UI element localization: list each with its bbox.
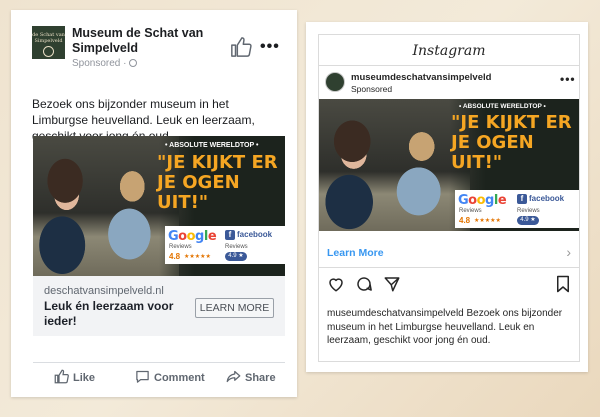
facebook-logo-icon: f bbox=[517, 194, 527, 204]
ad-headline-1: "JE KIJKT ER bbox=[451, 112, 572, 133]
ad-tagline: • ABSOLUTE WERELDTOP • bbox=[165, 142, 259, 149]
museum-photo bbox=[319, 99, 470, 231]
ad-image[interactable]: • ABSOLUTE WERELDTOP • "JE KIJKT ER JE O… bbox=[33, 136, 285, 276]
chevron-right-icon: › bbox=[566, 244, 571, 260]
learn-more-bar[interactable]: Learn More › bbox=[319, 241, 579, 265]
ad-headline-3: UIT!" bbox=[157, 192, 209, 213]
bookmark-icon[interactable] bbox=[555, 275, 571, 293]
sponsored-label: Sponsored · bbox=[72, 58, 138, 69]
ad-headline-2: JE OGEN bbox=[157, 172, 240, 193]
facebook-score: 4.9 ★ bbox=[517, 216, 539, 225]
share-label: Share bbox=[245, 372, 276, 384]
more-options-icon[interactable]: ••• bbox=[560, 72, 576, 86]
link-domain: deschatvansimpelveld.nl bbox=[44, 285, 164, 297]
google-stars: ★★★★★ bbox=[474, 218, 501, 224]
post-actions: Like Comment Share bbox=[33, 369, 285, 392]
caption-username[interactable]: museumdeschatvansimpelveld bbox=[327, 308, 464, 319]
link-title: Leuk én leerzaam voor ieder! bbox=[44, 299, 174, 328]
divider bbox=[33, 362, 285, 363]
learn-more-button[interactable]: LEARN MORE bbox=[195, 298, 274, 318]
logo-text: de Schat van Simpelveld bbox=[32, 32, 65, 44]
comment-icon bbox=[136, 370, 149, 383]
like-page-icon[interactable] bbox=[230, 36, 252, 58]
comment-button[interactable]: Comment bbox=[136, 370, 205, 384]
heart-icon[interactable] bbox=[327, 275, 345, 293]
google-stars: ★★★★★ bbox=[184, 254, 211, 260]
link-preview[interactable]: deschatvansimpelveld.nl Leuk én leerzaam… bbox=[33, 276, 285, 336]
globe-icon bbox=[129, 59, 138, 67]
post-actions bbox=[319, 275, 579, 297]
ad-headline-3: UIT!" bbox=[451, 152, 503, 173]
ad-headline-2: JE OGEN bbox=[451, 132, 534, 153]
share-icon bbox=[226, 370, 241, 383]
avatar[interactable] bbox=[325, 72, 345, 92]
reviews-badge: Google Reviews 4.8 ★★★★★ f facebook Revi… bbox=[455, 190, 579, 228]
instagram-ad-card: Instagram museumdeschatvansimpelveld Spo… bbox=[306, 22, 588, 372]
facebook-reviews-label: Reviews bbox=[517, 208, 540, 214]
instagram-frame: Instagram museumdeschatvansimpelveld Spo… bbox=[318, 34, 580, 362]
sponsored-text: Sponsored bbox=[72, 58, 121, 69]
google-score: 4.8 bbox=[459, 216, 471, 225]
ad-image[interactable]: • ABSOLUTE WERELDTOP • "JE KIJKT ER JE O… bbox=[319, 99, 579, 231]
divider bbox=[319, 267, 579, 268]
google-logo: Google bbox=[168, 229, 217, 244]
logo-mark-icon bbox=[43, 46, 54, 57]
facebook-reviews-label: Reviews bbox=[225, 244, 248, 250]
facebook-score: 4.9 ★ bbox=[225, 252, 247, 261]
reviews-badge: Google Reviews 4.8 ★★★★★ f facebook Revi… bbox=[165, 226, 285, 264]
instagram-logo: Instagram bbox=[412, 43, 486, 59]
comment-icon[interactable] bbox=[355, 275, 373, 293]
facebook-ad-card: de Schat van Simpelveld Museum de Schat … bbox=[11, 10, 297, 397]
page-avatar[interactable]: de Schat van Simpelveld bbox=[32, 26, 65, 59]
learn-more-link[interactable]: Learn More bbox=[327, 247, 384, 259]
google-reviews-label: Reviews bbox=[169, 244, 192, 250]
ad-tagline: • ABSOLUTE WERELDTOP • bbox=[459, 103, 546, 110]
facebook-review-name: facebook bbox=[237, 230, 273, 239]
send-icon[interactable] bbox=[383, 275, 401, 293]
post-caption: museumdeschatvansimpelveld Bezoek ons bi… bbox=[327, 307, 573, 348]
comment-label: Comment bbox=[154, 372, 205, 384]
like-icon bbox=[54, 369, 69, 384]
page-name[interactable]: Museum de Schat van Simpelveld bbox=[72, 26, 222, 56]
google-reviews-label: Reviews bbox=[459, 208, 482, 214]
like-button[interactable]: Like bbox=[54, 369, 96, 384]
google-logo: Google bbox=[458, 193, 507, 208]
sponsored-label: Sponsored bbox=[351, 84, 393, 94]
google-score: 4.8 bbox=[169, 252, 181, 261]
more-options-icon[interactable]: ••• bbox=[260, 38, 280, 56]
ad-headline-1: "JE KIJKT ER bbox=[157, 152, 278, 173]
facebook-logo-icon: f bbox=[225, 230, 235, 240]
facebook-review-name: facebook bbox=[529, 194, 565, 203]
share-button[interactable]: Share bbox=[226, 370, 276, 384]
post-header: de Schat van Simpelveld Museum de Schat … bbox=[32, 26, 282, 76]
like-label: Like bbox=[73, 372, 96, 384]
username[interactable]: museumdeschatvansimpelveld bbox=[351, 72, 491, 83]
divider bbox=[319, 65, 579, 66]
